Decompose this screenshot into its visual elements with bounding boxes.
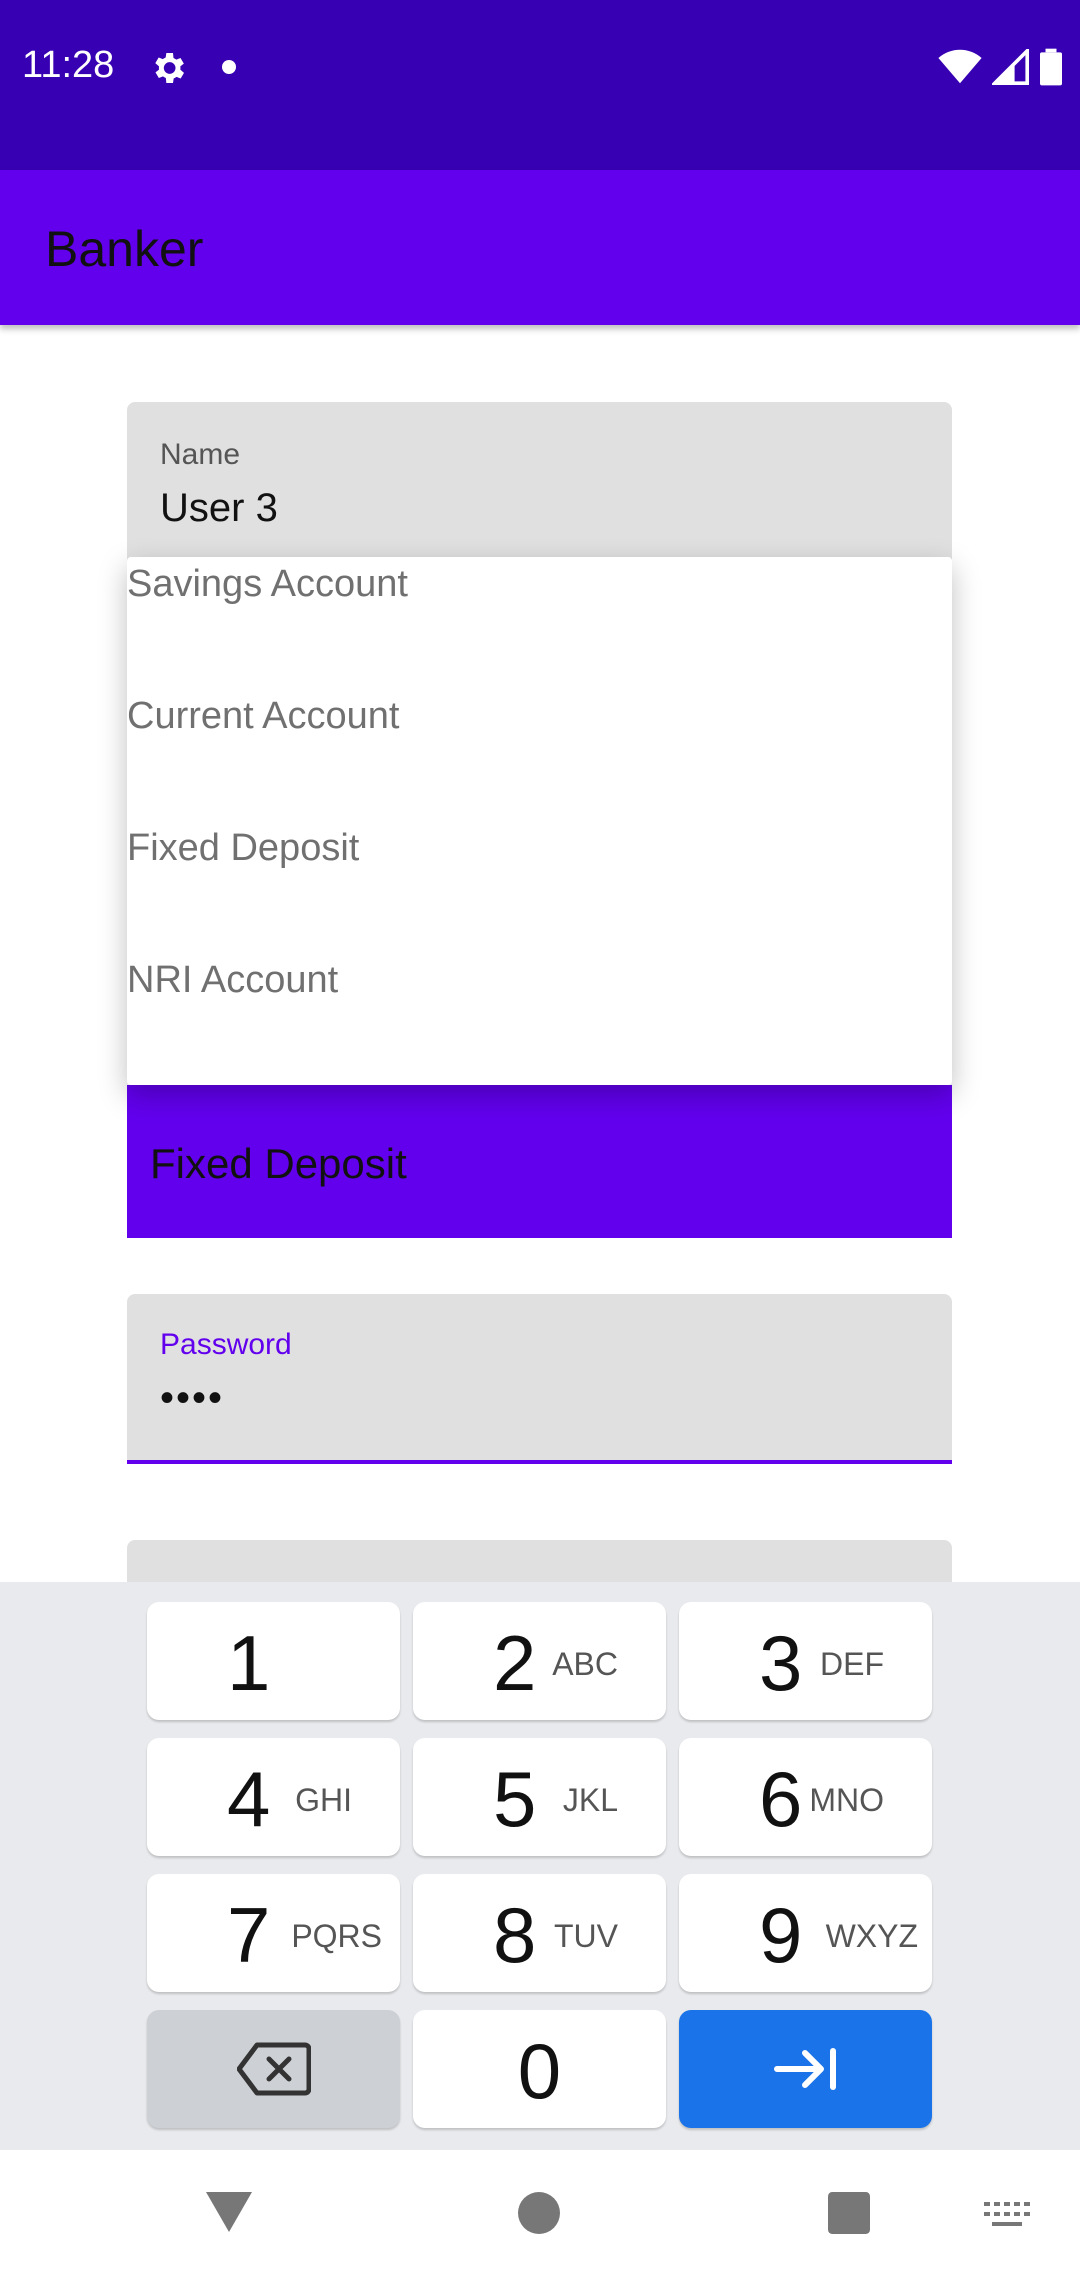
key-4[interactable]: 4 GHI	[147, 1738, 400, 1856]
home-icon[interactable]	[518, 2192, 560, 2234]
key-digit: 9	[759, 1891, 803, 1979]
key-digit: 1	[227, 1619, 271, 1707]
dropdown-option-nri[interactable]: NRI Account	[127, 953, 952, 1085]
numeric-keyboard: 1 2 ABC 3 DEF 4 GHI 5 JKL 6 MNO 7 PQRS 8…	[0, 1582, 1080, 2150]
key-2[interactable]: 2 ABC	[413, 1602, 666, 1720]
key-letters: ABC	[552, 1646, 618, 1682]
password-value: ••••	[160, 1376, 225, 1420]
key-letters: DEF	[820, 1646, 884, 1682]
key-digit: 7	[227, 1891, 271, 1979]
key-3[interactable]: 3 DEF	[679, 1602, 932, 1720]
key-5[interactable]: 5 JKL	[413, 1738, 666, 1856]
name-label: Name	[160, 438, 241, 471]
next-field-icon	[679, 2010, 932, 2128]
key-letters: MNO	[809, 1782, 884, 1818]
app-title: Banker	[45, 221, 204, 277]
key-digit: 5	[493, 1755, 537, 1843]
key-0[interactable]: 0	[413, 2010, 666, 2128]
backspace-key[interactable]	[147, 2010, 400, 2128]
key-8[interactable]: 8 TUV	[413, 1874, 666, 1992]
account-type-dropdown: Savings Account Current Account Fixed De…	[127, 557, 952, 1085]
dropdown-option-label: NRI Account	[127, 959, 339, 1001]
app-bar: Banker	[0, 170, 1080, 325]
key-digit: 8	[493, 1891, 537, 1979]
dropdown-option-savings[interactable]: Savings Account	[127, 557, 952, 689]
navigation-bar	[0, 2150, 1080, 2280]
next-key[interactable]	[679, 2010, 932, 2128]
password-field[interactable]: Password ••••	[127, 1294, 952, 1464]
dropdown-option-label: Current Account	[127, 695, 400, 737]
key-9[interactable]: 9 WXYZ	[679, 1874, 932, 1992]
back-icon[interactable]	[204, 2190, 254, 2234]
key-digit: 6	[759, 1755, 803, 1843]
key-letters: WXYZ	[825, 1918, 918, 1954]
key-digit: 2	[493, 1619, 537, 1707]
key-letters: TUV	[554, 1918, 618, 1954]
key-digit: 0	[517, 2027, 562, 2115]
dropdown-option-current[interactable]: Current Account	[127, 689, 952, 821]
key-letters: GHI	[295, 1782, 352, 1818]
battery-icon	[1040, 48, 1062, 86]
keyboard-switch-icon[interactable]	[984, 2202, 1030, 2228]
key-1[interactable]: 1	[147, 1602, 400, 1720]
status-time: 11:28	[22, 44, 115, 86]
key-6[interactable]: 6 MNO	[679, 1738, 932, 1856]
key-7[interactable]: 7 PQRS	[147, 1874, 400, 1992]
key-letters: JKL	[562, 1782, 618, 1818]
name-value: User 3	[160, 486, 278, 530]
account-type-selector[interactable]: Fixed Deposit	[127, 1085, 952, 1238]
account-type-selected: Fixed Deposit	[150, 1140, 407, 1187]
key-letters: PQRS	[291, 1918, 382, 1954]
dropdown-option-label: Fixed Deposit	[127, 827, 360, 869]
key-digit: 3	[759, 1619, 803, 1707]
wifi-icon	[938, 49, 982, 84]
key-digit: 4	[227, 1755, 271, 1843]
password-label: Password	[160, 1328, 292, 1361]
gear-icon	[155, 53, 184, 83]
password-underline	[127, 1460, 952, 1464]
recents-icon[interactable]	[828, 2192, 870, 2234]
signal-icon	[992, 49, 1029, 85]
status-icons	[938, 48, 1062, 86]
dropdown-option-label: Savings Account	[127, 563, 408, 605]
dropdown-option-fixed-deposit[interactable]: Fixed Deposit	[127, 821, 952, 953]
status-bar: 11:28	[0, 0, 1080, 170]
notification-dot-icon	[222, 60, 236, 74]
backspace-icon	[147, 2010, 400, 2128]
